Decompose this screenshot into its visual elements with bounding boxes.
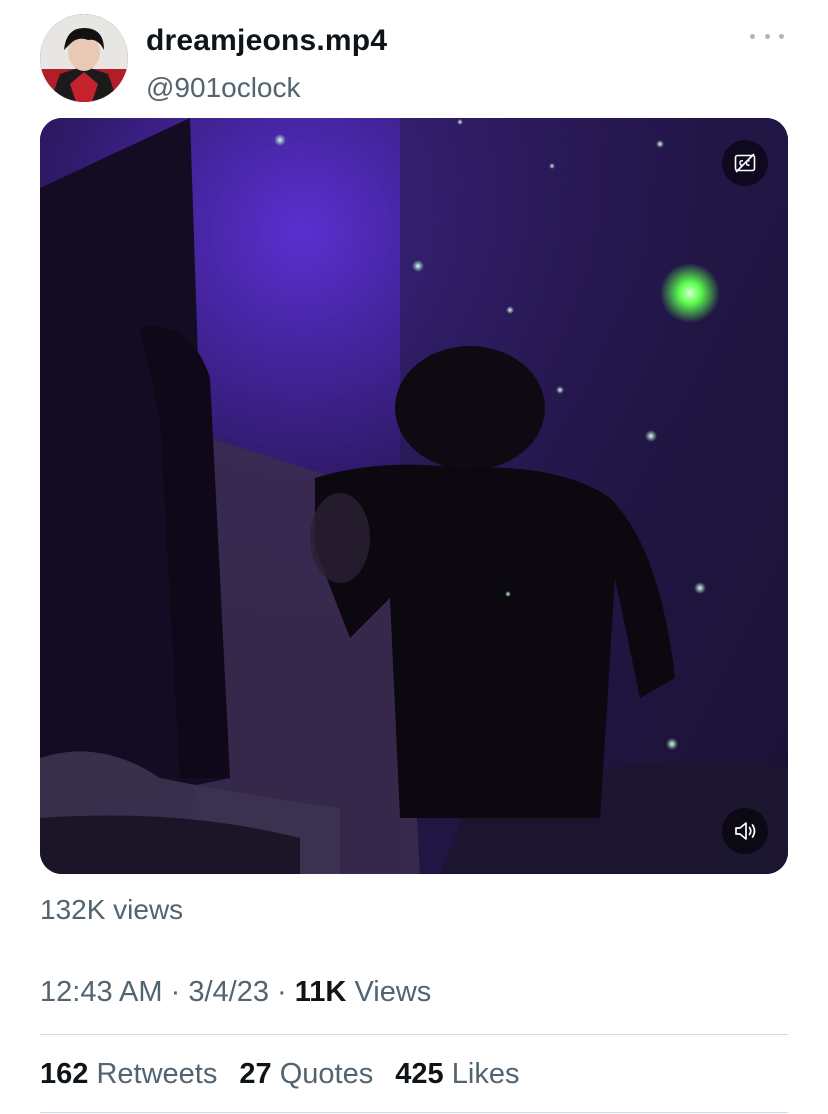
captions-button[interactable] [722,140,768,186]
display-name[interactable]: dreamjeons.mp4 [146,24,387,58]
analytics-views-label: Views [354,976,432,1008]
tweet: dreamjeons.mp4 @901oclock 132K views 12:… [0,0,828,1114]
avatar[interactable] [40,14,128,102]
retweets-count: 162 [40,1058,89,1090]
quotes-stat[interactable]: 27 Quotes [239,1058,373,1091]
video-player[interactable] [40,118,788,874]
video-frame [40,118,788,874]
retweets-stat[interactable]: 162 Retweets [40,1058,217,1091]
engagement-stats: 162 Retweets 27 Quotes 425 Likes [40,1058,533,1091]
more-dot-icon [750,33,755,39]
likes-stat[interactable]: 425 Likes [395,1058,519,1091]
more-dot-icon [764,33,770,39]
tweet-header: dreamjeons.mp4 @901oclock [40,14,788,104]
retweets-label: Retweets [96,1058,218,1090]
likes-label: Likes [451,1058,520,1090]
separator-dot: · [277,976,287,1008]
divider [40,1112,788,1113]
likes-count: 425 [395,1058,444,1090]
tweet-time[interactable]: 12:43 AM [40,976,163,1008]
tweet-date[interactable]: 3/4/23 [188,976,269,1008]
quotes-count: 27 [239,1058,272,1090]
user-handle[interactable]: @901oclock [146,72,301,104]
video-view-count: 132K views [40,894,184,925]
quotes-label: Quotes [279,1058,374,1090]
separator-dot: · [170,976,181,1008]
more-options-button[interactable] [750,26,784,46]
analytics-views-count: 11K [294,976,347,1008]
more-dot-icon [779,33,784,39]
divider [40,1034,788,1035]
closed-captions-off-icon [734,153,756,173]
volume-button[interactable] [722,808,768,854]
tweet-timestamp: 12:43 AM · 3/4/23 · 11K Views [40,976,431,1009]
speaker-muted-icon [735,822,756,840]
